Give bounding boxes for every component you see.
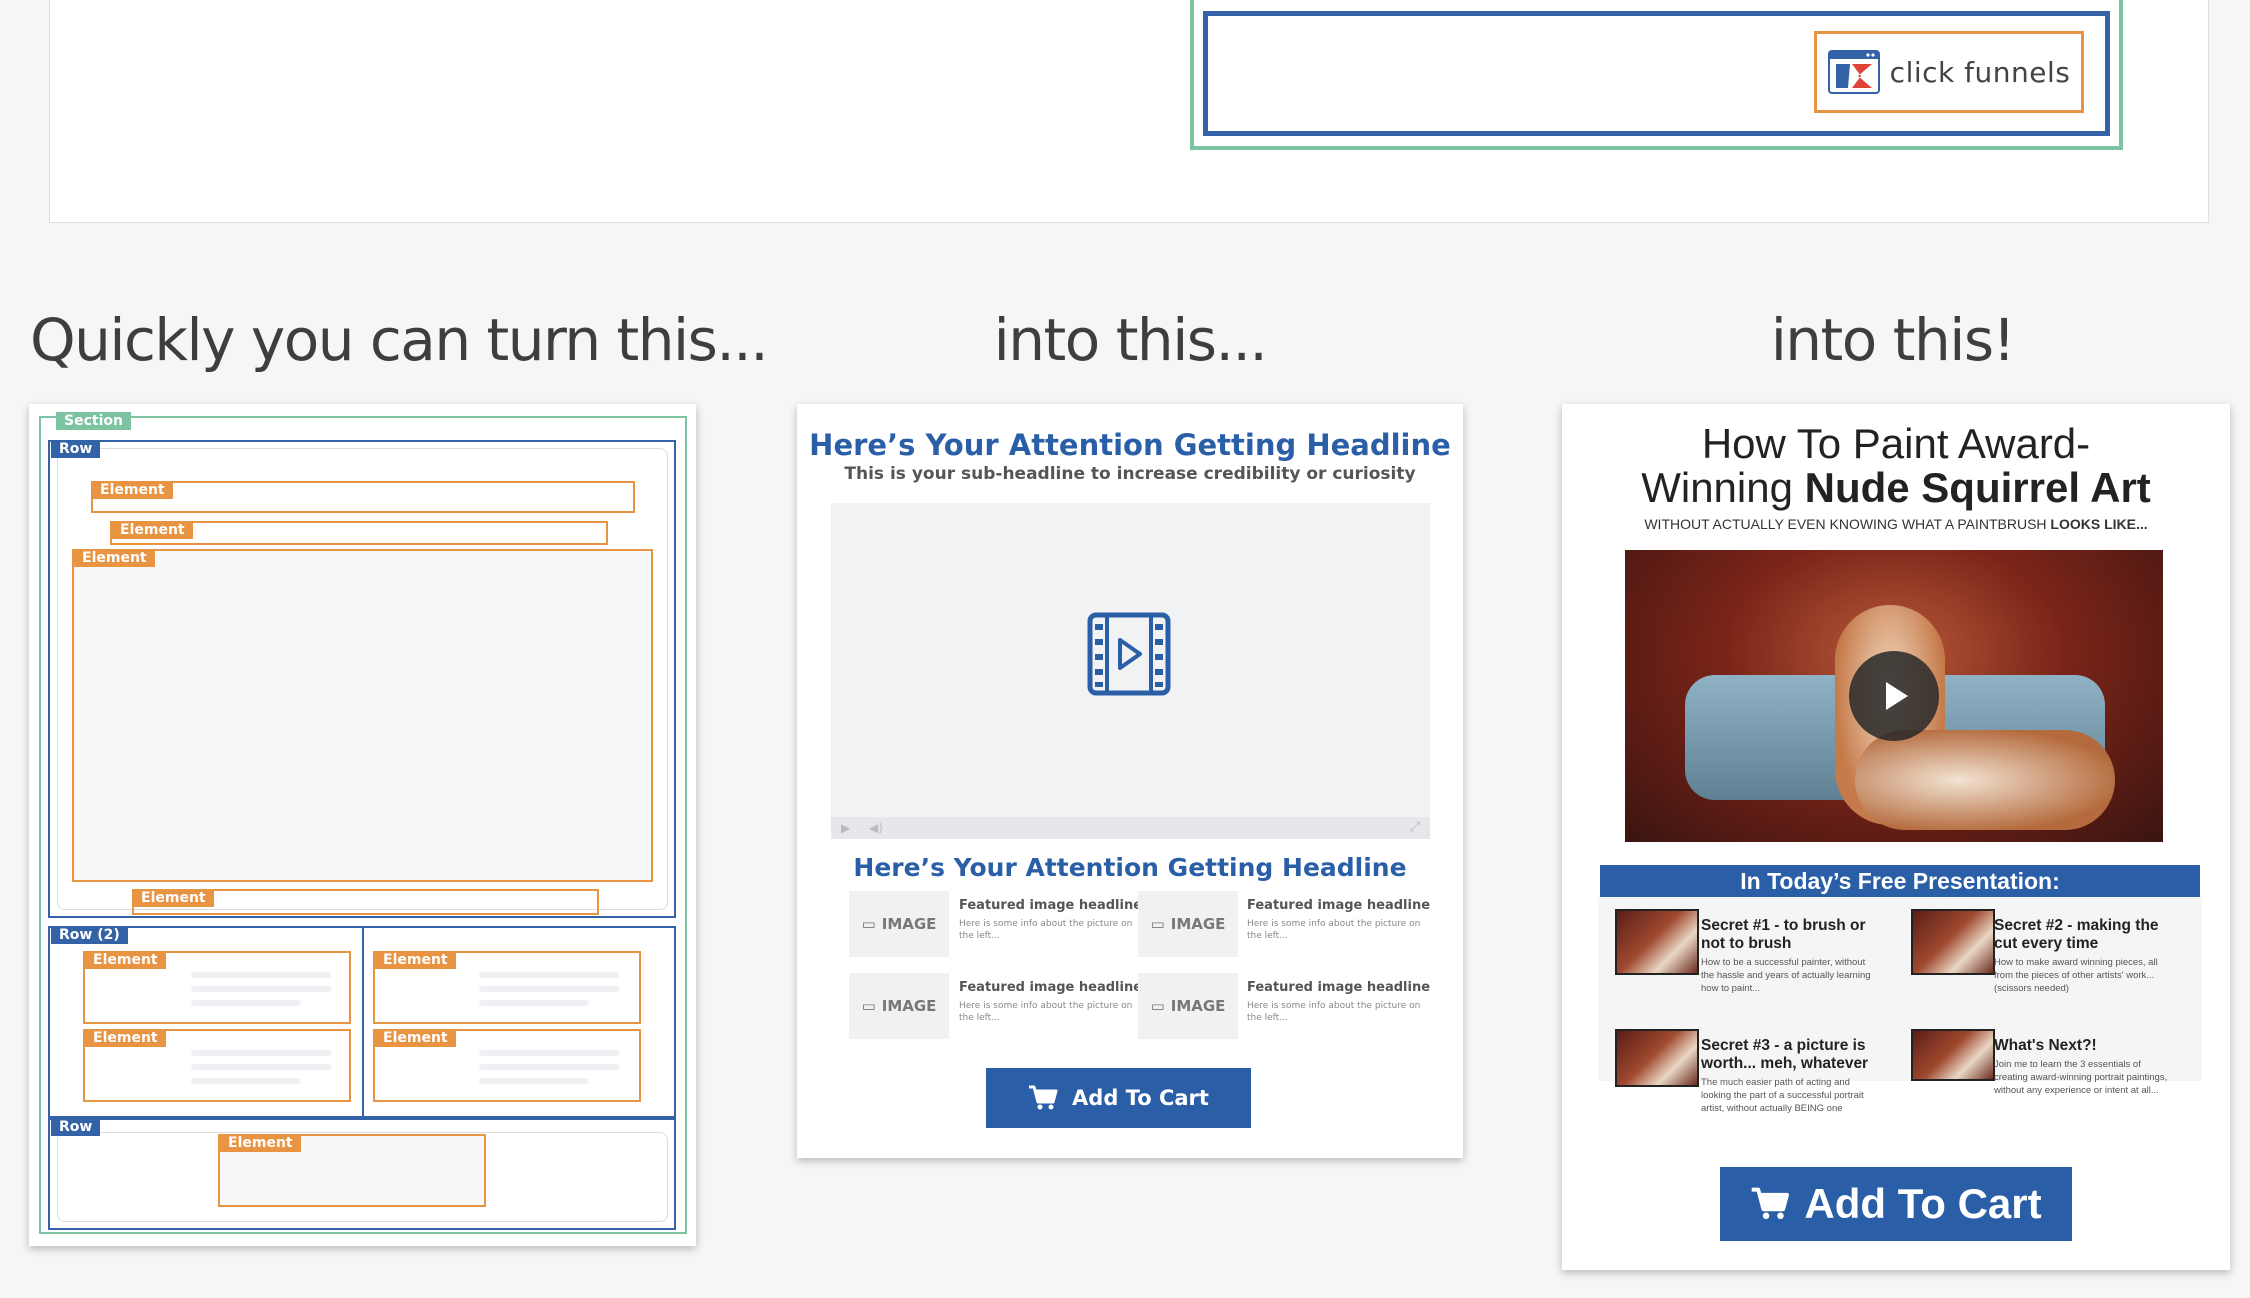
feature-text: Here is some info about the picture on t… <box>1247 1001 1421 1023</box>
secret-title: Secret #3 - a picture is worth... meh, w… <box>1701 1037 1869 1072</box>
video-play-control-icon[interactable]: ▶ <box>841 821 850 835</box>
sales-video[interactable] <box>1625 550 2163 842</box>
feature-text: Here is some info about the picture on t… <box>959 919 1133 941</box>
clickfunnels-logo[interactable]: click funnels <box>1814 31 2084 113</box>
add-to-cart-button[interactable]: Add To Cart <box>1720 1167 2072 1241</box>
final-subtitle: WITHOUT ACTUALLY EVEN KNOWING WHAT A PAI… <box>1644 516 2148 532</box>
feature-headline: Featured image headline <box>1247 898 1431 913</box>
image-icon: ▭ <box>861 997 876 1015</box>
wf-section-label: Section <box>56 412 131 430</box>
feature-image: ▭ IMAGE <box>849 973 949 1039</box>
wf-row-3-label: Row <box>51 1118 101 1136</box>
secret-thumbnail <box>1615 909 1699 975</box>
video-film-play-icon <box>1087 612 1171 696</box>
final-page-panel: How To Paint Award- Winning Nude Squirre… <box>1562 404 2230 1270</box>
heading-right: into this! <box>1770 306 2016 374</box>
wf-element-label: Element <box>112 521 193 539</box>
secret-thumbnail <box>1911 1029 1995 1081</box>
add-to-cart-label: Add To Cart <box>1072 1086 1209 1110</box>
secret-text: Join me to learn the 3 essentials of cre… <box>1994 1059 2168 1096</box>
image-icon: ▭ <box>1150 915 1165 933</box>
video-squirrel-tail <box>1855 730 2115 830</box>
heading-middle: into this... <box>993 306 1268 374</box>
feature-headline: Featured image headline <box>959 898 1143 913</box>
template-panel: Here’s Your Attention Getting Headline T… <box>797 404 1463 1158</box>
wf-element-label: Element <box>92 481 173 499</box>
feature-text: Here is some info about the picture on t… <box>959 1001 1133 1023</box>
play-icon <box>1886 682 1908 710</box>
presentation-banner: In Today’s Free Presentation: <box>1600 865 2200 897</box>
video-placeholder[interactable]: ▶ ◀) ⤢ <box>831 503 1430 839</box>
heading-left: Quickly you can turn this... <box>30 306 769 374</box>
feature-image: ▭ IMAGE <box>849 891 949 957</box>
final-title: How To Paint Award- Winning Nude Squirre… <box>1641 420 2151 511</box>
feature-headline: Featured image headline <box>959 980 1143 995</box>
wf-element-label: Element <box>74 549 155 567</box>
image-icon: ▭ <box>861 915 876 933</box>
secret-title: What's Next?! <box>1994 1037 2097 1054</box>
secret-text: How to be a successful painter, without … <box>1701 957 1871 994</box>
video-fullscreen-icon[interactable]: ⤢ <box>1410 820 1420 835</box>
add-to-cart-button[interactable]: Add To Cart <box>986 1068 1251 1128</box>
wf-element-video <box>72 549 653 882</box>
secret-thumbnail <box>1615 1029 1699 1087</box>
template-subheadline: This is your sub-headline to increase cr… <box>844 464 1416 484</box>
secret-thumbnail <box>1911 909 1995 975</box>
wf-element-label: Element <box>375 951 456 969</box>
feature-image: ▭ IMAGE <box>1138 973 1238 1039</box>
feature-headline: Featured image headline <box>1247 980 1431 995</box>
wf-row-2-divider <box>362 926 364 1118</box>
wf-element-label: Element <box>85 1029 166 1047</box>
wf-element-label: Element <box>85 951 166 969</box>
secret-title: Secret #2 - making the cut every time <box>1994 917 2159 952</box>
image-icon: ▭ <box>1150 997 1165 1015</box>
wf-row-1-label: Row <box>51 440 101 458</box>
wf-row-2-label: Row (2) <box>51 926 128 944</box>
video-play-button[interactable] <box>1849 651 1939 741</box>
shopping-cart-icon <box>1029 1085 1058 1110</box>
clickfunnels-logo-text: click funnels <box>1889 55 2071 89</box>
template-headline: Here’s Your Attention Getting Headline <box>809 428 1451 462</box>
shopping-cart-icon <box>1752 1187 1790 1220</box>
wf-element-label: Element <box>133 889 214 907</box>
feature-image: ▭ IMAGE <box>1138 891 1238 957</box>
video-control-bar[interactable]: ▶ ◀) ⤢ <box>831 817 1430 839</box>
wf-element-label: Element <box>220 1134 301 1152</box>
secret-text: How to make award winning pieces, all fr… <box>1994 957 2158 994</box>
add-to-cart-label: Add To Cart <box>1804 1180 2042 1227</box>
wf-element-label: Element <box>375 1029 456 1047</box>
wireframe-panel: Section Row Element Element Element Elem… <box>29 404 696 1246</box>
clickfunnels-logo-icon <box>1827 50 1880 94</box>
secret-text: The much easier path of acting and looki… <box>1701 1077 1864 1114</box>
feature-text: Here is some info about the picture on t… <box>1247 919 1421 941</box>
template-headline-2: Here’s Your Attention Getting Headline <box>853 853 1407 882</box>
video-volume-icon[interactable]: ◀) <box>869 821 883 835</box>
secret-title: Secret #1 - to brush or not to brush <box>1701 917 1866 952</box>
